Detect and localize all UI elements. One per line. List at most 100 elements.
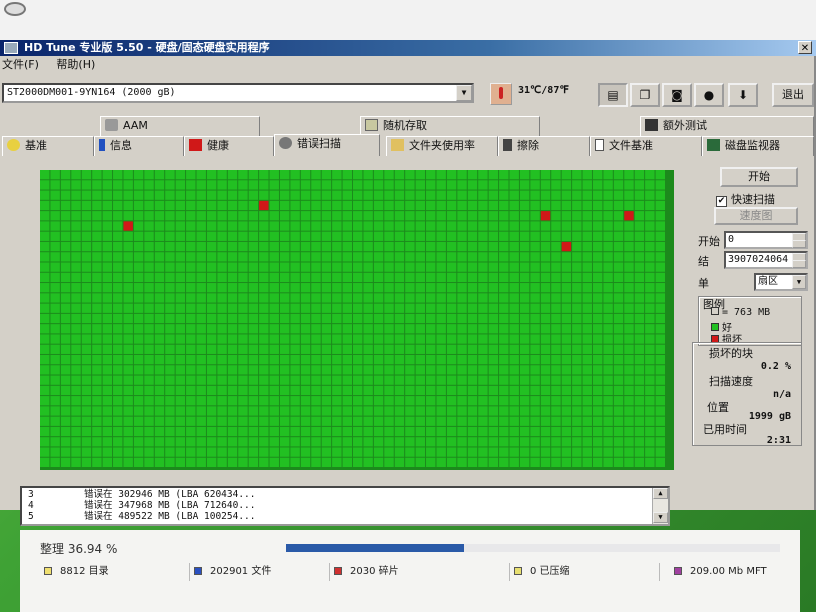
scroll-down-icon[interactable]: ▼	[653, 512, 668, 523]
good-block	[572, 385, 582, 396]
unit-select[interactable]: 扇区 ▼	[754, 273, 808, 291]
good-block	[634, 334, 645, 344]
tab-benchmark[interactable]: 基准	[2, 136, 94, 156]
log-row[interactable]: 5 错误在 489522 MB (LBA 100254...	[28, 511, 256, 522]
good-block	[81, 416, 92, 426]
speed-map-button[interactable]: 速度图	[714, 207, 798, 225]
end-position-input[interactable]: 3907024064	[724, 251, 808, 269]
spin-down-icon[interactable]	[792, 240, 806, 248]
good-block	[645, 170, 655, 180]
good-block	[655, 324, 665, 334]
screenshot-button[interactable]: ◙	[662, 83, 692, 107]
good-block	[92, 385, 102, 396]
good-block	[259, 457, 269, 467]
good-block	[332, 457, 342, 467]
good-block	[551, 180, 561, 190]
good-block	[60, 170, 71, 180]
good-block	[363, 437, 373, 447]
good-block	[269, 221, 279, 231]
good-block	[530, 170, 540, 180]
good-block	[321, 180, 332, 190]
good-block	[488, 231, 499, 241]
good-block	[457, 375, 467, 385]
good-block	[603, 241, 613, 252]
quick-scan-checkbox[interactable]: ✔ 快速扫描	[716, 191, 775, 207]
tab-extra-tests[interactable]: 额外测试	[640, 116, 814, 136]
tab-random-access[interactable]: 随机存取	[360, 116, 540, 136]
good-block	[113, 211, 123, 221]
drive-select[interactable]: ST2000DM001-9YN164 (2000 gB) ▼	[2, 83, 474, 103]
spin-down-icon[interactable]	[792, 260, 806, 268]
tab-aam[interactable]: AAM	[100, 116, 260, 136]
good-block	[426, 241, 436, 252]
good-block	[60, 416, 71, 426]
good-block	[551, 447, 561, 457]
tab-info[interactable]: 信息	[94, 136, 184, 156]
tab-error-scan[interactable]: 错误扫描	[274, 134, 380, 156]
exit-button[interactable]: 退出	[772, 83, 814, 107]
copy-button[interactable]: ❐	[630, 83, 660, 107]
good-block	[102, 334, 113, 344]
good-block	[426, 313, 436, 324]
title-bar[interactable]: HD Tune 专业版 5.50 - 硬盘/固态硬盘实用程序 ✕	[0, 40, 816, 56]
menu-file[interactable]: 文件(F)	[2, 58, 39, 71]
tab-file-benchmark[interactable]: 文件基准	[590, 136, 702, 156]
good-block	[634, 293, 645, 303]
good-block	[655, 262, 665, 272]
good-block	[217, 283, 227, 293]
good-block	[457, 354, 467, 365]
good-block	[634, 426, 645, 437]
good-block	[248, 170, 259, 180]
good-block	[572, 375, 582, 385]
tab-erase[interactable]: 擦除	[498, 136, 590, 156]
good-block	[405, 252, 415, 262]
close-icon[interactable]: ✕	[798, 41, 812, 54]
good-block	[92, 293, 102, 303]
tab-folder-usage[interactable]: 文件夹使用率	[386, 136, 498, 156]
good-block	[415, 426, 426, 437]
position-value: 1999 gB	[748, 411, 791, 422]
log-row[interactable]: 4 错误在 347968 MB (LBA 712640...	[28, 500, 256, 511]
good-block	[478, 283, 488, 293]
good-block	[238, 426, 248, 437]
good-block	[624, 293, 634, 303]
good-block	[488, 221, 499, 231]
tab-health[interactable]: 健康	[184, 136, 274, 156]
good-block	[624, 354, 634, 365]
error-log-list[interactable]: 3 错误在 302946 MB (LBA 620434... 4 错误在 34796…	[20, 486, 670, 526]
menu-help[interactable]: 帮助(H)	[56, 58, 95, 71]
disc-icon[interactable]	[4, 2, 26, 16]
good-block	[519, 252, 530, 262]
donate-button[interactable]: ●	[694, 83, 724, 107]
good-block	[133, 221, 144, 231]
good-block	[81, 437, 92, 447]
good-block	[446, 180, 457, 190]
good-block	[206, 293, 217, 303]
good-block	[415, 447, 426, 457]
good-block	[60, 365, 71, 375]
good-block	[540, 385, 551, 396]
drive-select-value: ST2000DM001-9YN164 (2000 gB)	[7, 87, 176, 98]
good-block	[133, 190, 144, 200]
save-button[interactable]: ⬇	[728, 83, 758, 107]
good-block	[133, 313, 144, 324]
scroll-up-icon[interactable]: ▲	[653, 488, 668, 499]
good-block	[300, 416, 311, 426]
chevron-down-icon[interactable]: ▼	[792, 275, 806, 289]
good-block	[123, 375, 133, 385]
start-scan-button[interactable]: 开始	[720, 167, 798, 187]
tab-disk-monitor[interactable]: 磁盘监视器	[702, 136, 814, 156]
log-row[interactable]: 3 错误在 302946 MB (LBA 620434...	[28, 489, 256, 500]
chevron-down-icon[interactable]: ▼	[456, 85, 472, 101]
good-block	[123, 426, 133, 437]
good-block	[613, 385, 624, 396]
good-block	[259, 324, 269, 334]
good-block	[248, 447, 259, 457]
log-scrollbar[interactable]: ▲ ▼	[652, 488, 668, 524]
good-block	[436, 221, 446, 231]
info-copy-button[interactable]: ▤	[598, 83, 628, 107]
defrag-progress-bar	[286, 544, 780, 552]
good-block	[436, 303, 446, 313]
start-position-input[interactable]: 0	[724, 231, 808, 249]
good-block	[300, 334, 311, 344]
